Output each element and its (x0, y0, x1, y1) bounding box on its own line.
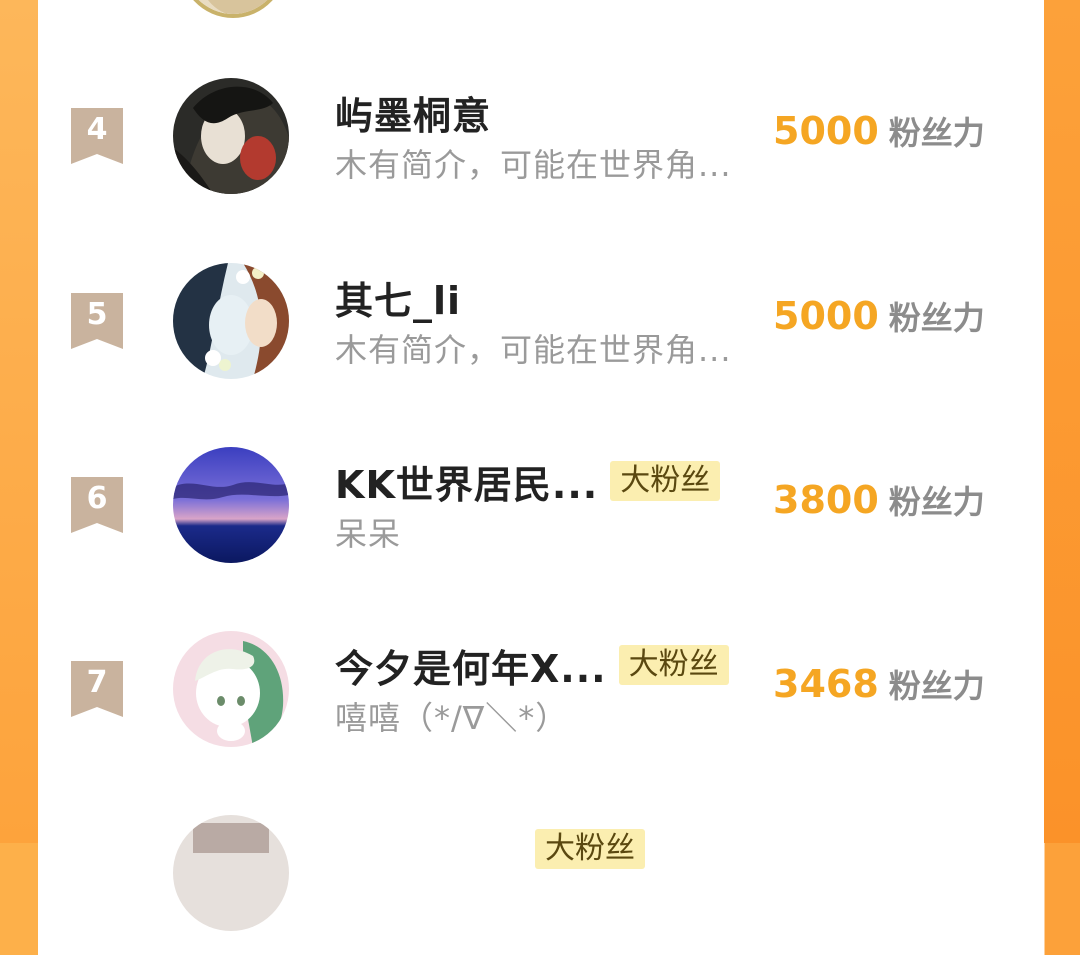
fan-power-unit: 粉丝力 (888, 299, 985, 337)
fan-power: 3800 粉丝力 (773, 477, 985, 523)
user-name[interactable]: 今夕是何年X... (335, 638, 607, 693)
avatar[interactable] (173, 631, 289, 747)
user-bio: 木有简介，可能在世界角... (335, 331, 732, 369)
ranking-row[interactable]: 5 其七_li 木有简介，可能在世界角... 5000 粉丝力 (38, 263, 1044, 403)
ranking-row[interactable]: 7 今夕是何年X... 大粉丝 嘻嘻（*/∇＼*） 3468 粉丝力 (38, 631, 1044, 771)
user-bio: 呆呆 (335, 515, 402, 553)
rank-number: 5 (86, 297, 108, 332)
user-name-line: 屿墨桐意 (335, 88, 491, 138)
fan-power-value: 3800 (773, 478, 879, 522)
rank-ribbon: 7 (71, 661, 123, 717)
ranking-row[interactable]: 6 KK世界居民... 大粉丝 呆呆 3800 粉丝力 (38, 447, 1044, 587)
right-orange-border (1044, 0, 1080, 843)
ranking-row[interactable]: 大粉丝 (38, 815, 1044, 955)
user-name-line: 今夕是何年X... 大粉丝 (335, 641, 729, 691)
user-name-line: 其七_li (335, 273, 461, 323)
fan-power-value: 5000 (773, 109, 879, 153)
user-name[interactable]: 屿墨桐意 (335, 85, 491, 140)
avatar[interactable] (173, 815, 289, 931)
user-name[interactable]: 其七_li (335, 270, 461, 325)
fan-power-unit: 粉丝力 (888, 114, 985, 152)
avatar[interactable] (173, 447, 289, 563)
user-name[interactable]: KK世界居民... (335, 454, 598, 509)
rank-ribbon: 4 (71, 108, 123, 164)
user-bio: 嘻嘻（*/∇＼*） (335, 699, 569, 737)
avatar-previous[interactable] (178, 0, 288, 18)
super-fan-badge: 大粉丝 (535, 829, 645, 869)
user-bio: 木有简介，可能在世界角... (335, 146, 732, 184)
super-fan-badge: 大粉丝 (618, 645, 729, 685)
fan-power-unit: 粉丝力 (888, 483, 985, 521)
fan-power-unit: 粉丝力 (888, 667, 985, 705)
rank-number: 7 (86, 665, 108, 700)
super-fan-badge: 大粉丝 (610, 461, 721, 501)
rank-ribbon: 6 (71, 477, 123, 533)
fan-power-value: 5000 (773, 294, 879, 338)
fan-power-value: 3468 (773, 662, 879, 706)
rank-number: 4 (86, 112, 108, 147)
ranking-row[interactable]: 4 屿墨桐意 木有简介，可能在世界角... 5000 粉丝力 (38, 78, 1044, 218)
rank-ribbon: 5 (71, 293, 123, 349)
user-name-line: KK世界居民... 大粉丝 (335, 457, 721, 507)
fan-power: 5000 粉丝力 (773, 108, 985, 154)
rank-number: 6 (86, 481, 108, 516)
left-orange-border (0, 0, 38, 843)
fan-power: 5000 粉丝力 (773, 293, 985, 339)
avatar[interactable] (173, 263, 289, 379)
fan-ranking-list: 4 屿墨桐意 木有简介，可能在世界角... 5000 粉丝力 5 其七_li 木… (38, 0, 1044, 931)
avatar[interactable] (173, 78, 289, 194)
fan-power: 3468 粉丝力 (773, 661, 985, 707)
user-name-line: 大粉丝 (335, 825, 645, 873)
